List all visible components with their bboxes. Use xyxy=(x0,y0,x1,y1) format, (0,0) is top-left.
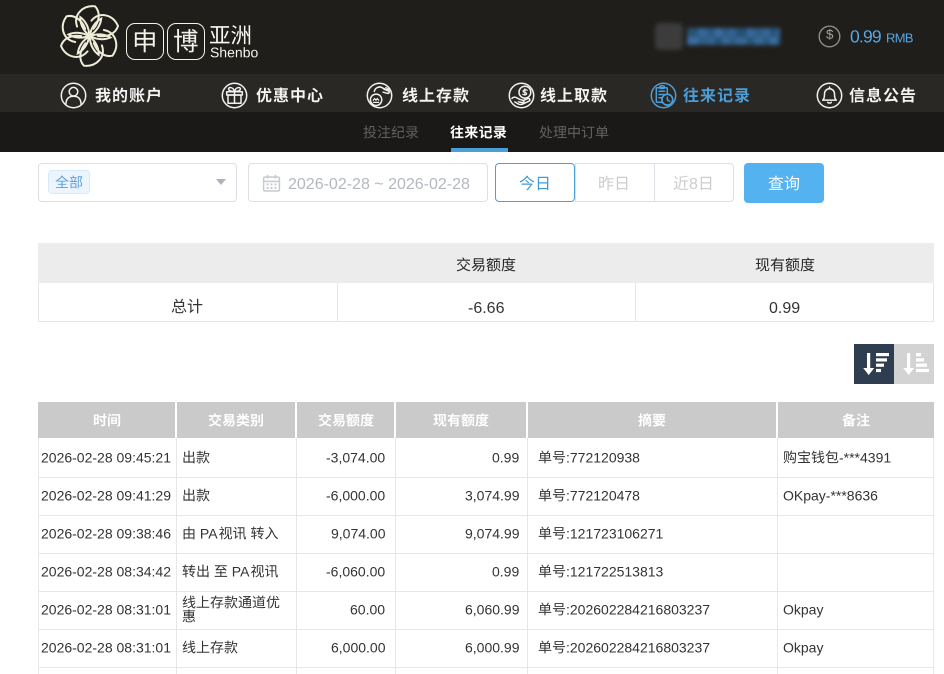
svg-text:6,060.99: 6,060.99 xyxy=(465,602,520,618)
svg-text:Okpay: Okpay xyxy=(783,640,823,656)
svg-text:8: 8 xyxy=(689,176,698,193)
svg-text::202602284216803237: :202602284216803237 xyxy=(566,602,710,618)
svg-text:2026-02-28 08:31:01: 2026-02-28 08:31:01 xyxy=(41,602,171,618)
svg-text:9,074.99: 9,074.99 xyxy=(465,526,520,542)
svg-text:2026-02-28 09:45:21: 2026-02-28 09:45:21 xyxy=(41,450,171,466)
svg-text::772120478: :772120478 xyxy=(566,488,640,504)
svg-text::202602284216803237: :202602284216803237 xyxy=(566,640,710,656)
svg-text:6,000.00: 6,000.00 xyxy=(331,640,386,656)
svg-text::772120938: :772120938 xyxy=(566,450,640,466)
svg-text:0.99: 0.99 xyxy=(492,450,519,466)
svg-text:60.00: 60.00 xyxy=(350,602,385,618)
svg-text:6,000.99: 6,000.99 xyxy=(465,640,520,656)
svg-text:2026-02-28 09:38:46: 2026-02-28 09:38:46 xyxy=(41,526,171,542)
svg-text:Okpay: Okpay xyxy=(783,602,823,618)
svg-text:3,074.99: 3,074.99 xyxy=(465,488,520,504)
svg-text:-6.66: -6.66 xyxy=(468,300,505,317)
svg-text::121722513813: :121722513813 xyxy=(566,564,664,580)
svg-text:2026-02-28 08:31:01: 2026-02-28 08:31:01 xyxy=(41,640,171,656)
svg-text:0.99: 0.99 xyxy=(769,300,800,317)
svg-text:-***4391: -***4391 xyxy=(839,450,891,466)
svg-text:0.99: 0.99 xyxy=(492,564,519,580)
svg-text:-6,060.00: -6,060.00 xyxy=(326,564,385,580)
svg-text:9,074.00: 9,074.00 xyxy=(331,526,386,542)
svg-text:-3,074.00: -3,074.00 xyxy=(326,450,385,466)
svg-text:PA: PA xyxy=(228,564,250,580)
svg-text:2026-02-28 09:41:29: 2026-02-28 09:41:29 xyxy=(41,488,171,504)
svg-text:2026-02-28 08:34:42: 2026-02-28 08:34:42 xyxy=(41,564,171,580)
svg-text:OKpay-***8636: OKpay-***8636 xyxy=(783,488,878,504)
svg-text:2026-02-28 ~ 2026-02-28: 2026-02-28 ~ 2026-02-28 xyxy=(288,176,470,193)
svg-text:PA: PA xyxy=(196,526,218,542)
svg-text::121723106271: :121723106271 xyxy=(566,526,664,542)
svg-text:-6,000.00: -6,000.00 xyxy=(326,488,385,504)
